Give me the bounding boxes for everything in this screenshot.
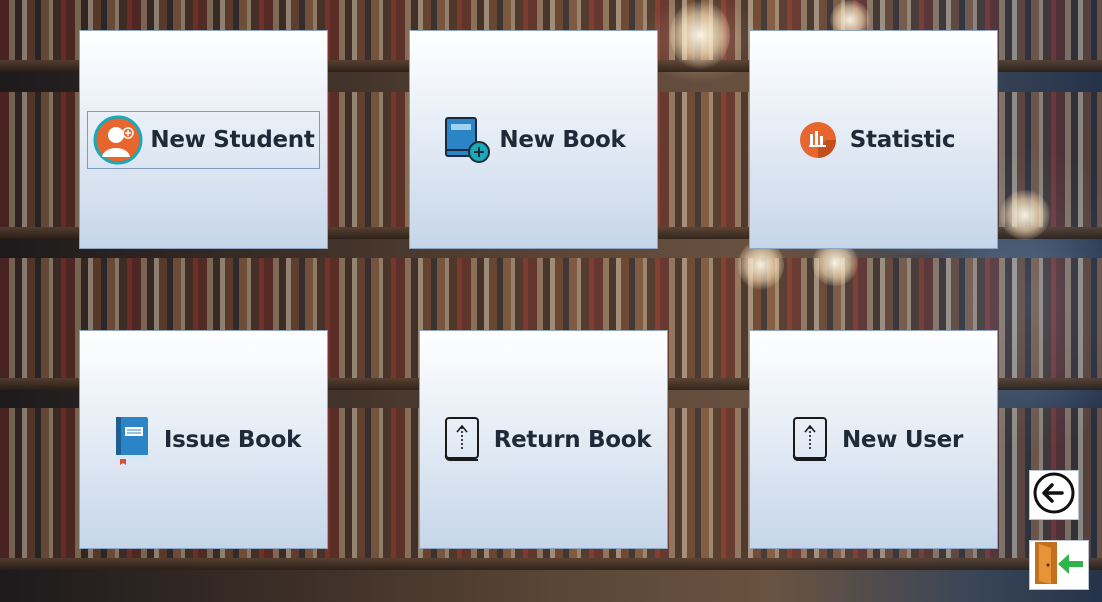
new-book-label: New Book <box>499 126 626 153</box>
shelf-decoration <box>0 558 1102 570</box>
exit-door-icon <box>1031 539 1087 591</box>
back-button[interactable] <box>1029 470 1079 520</box>
logout-button[interactable] <box>1029 540 1089 590</box>
light-bulb <box>1000 190 1050 240</box>
book-upload-icon <box>436 414 488 466</box>
back-arrow-icon <box>1032 471 1076 519</box>
new-student-label: New Student <box>150 126 315 153</box>
add-book-icon <box>441 114 493 166</box>
return-book-label: Return Book <box>493 426 652 453</box>
book-icon <box>106 414 158 466</box>
new-book-content: New Book <box>437 112 629 168</box>
new-book-button[interactable]: New Book <box>409 30 658 249</box>
statistic-button[interactable]: Statistic <box>749 30 998 249</box>
book-upload-icon <box>784 414 836 466</box>
issue-book-button[interactable]: Issue Book <box>79 330 328 549</box>
new-student-button[interactable]: New Student <box>79 30 328 249</box>
new-user-button[interactable]: New User <box>749 330 998 549</box>
new-user-content: New User <box>780 412 967 468</box>
new-user-label: New User <box>841 426 963 453</box>
light-bulb <box>670 0 730 70</box>
statistic-content: Statistic <box>788 112 959 168</box>
add-user-icon <box>92 114 144 166</box>
issue-book-content: Issue Book <box>102 412 305 468</box>
new-student-content: New Student <box>87 110 320 169</box>
return-book-content: Return Book <box>432 412 656 468</box>
return-book-button[interactable]: Return Book <box>419 330 668 549</box>
statistic-label: Statistic <box>849 126 956 153</box>
chart-icon <box>792 114 844 166</box>
issue-book-label: Issue Book <box>163 426 302 453</box>
